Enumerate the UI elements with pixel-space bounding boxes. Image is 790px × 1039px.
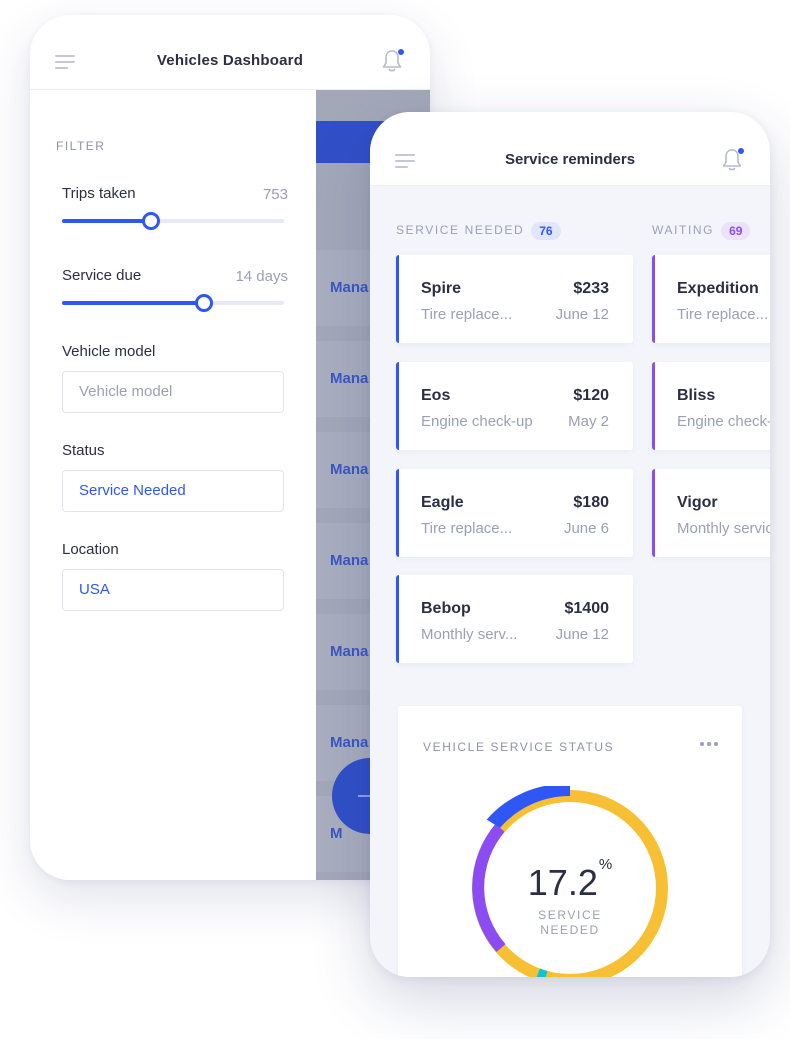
percentage-unit: % — [598, 856, 613, 873]
slider-handle[interactable] — [195, 294, 214, 312]
status-select[interactable]: Service Needed — [62, 470, 284, 512]
column-title: SERVICE NEEDED — [396, 223, 525, 238]
service-description: Engine check-up — [421, 413, 533, 430]
vehicle-name: Eos — [421, 387, 451, 404]
reminder-card[interactable]: Vigor Monthly service — [652, 469, 770, 557]
reminder-card[interactable]: Eagle $180 Tire replace... June 6 — [396, 469, 633, 557]
vehicle-model-label: Vehicle model — [62, 343, 156, 360]
background-list-item-label: Mana — [330, 279, 369, 296]
filter-heading: FILTER — [56, 139, 106, 153]
background-list-item-label: Mana — [330, 370, 369, 387]
service-due-label: Service due — [62, 267, 142, 284]
percentage-value: 17.2 — [527, 862, 598, 903]
more-options-icon[interactable] — [700, 742, 718, 746]
donut-label-line1: SERVICE — [538, 908, 602, 922]
reminder-card[interactable]: Eos $120 Engine check-up May 2 — [396, 362, 633, 450]
filter-panel: FILTER Trips taken 753 Service due 14 da… — [30, 90, 316, 880]
notification-bell-icon[interactable] — [381, 49, 404, 73]
vehicle-name: Expedition — [677, 280, 759, 297]
service-due-value: 14 days — [235, 268, 288, 285]
reminder-card[interactable]: Expedition Tire replace... — [652, 255, 770, 343]
status-card-title: VEHICLE SERVICE STATUS — [423, 740, 615, 754]
card-accent-bar — [652, 255, 655, 343]
service-due-slider[interactable] — [62, 294, 284, 312]
background-list-item-label: M — [330, 825, 343, 842]
service-reminders-phone: Service reminders SERVICE NEEDED 76 Spire… — [370, 112, 770, 977]
slider-fill — [62, 301, 205, 305]
card-accent-bar — [652, 469, 655, 557]
donut-center-label: SERVICE NEEDED — [398, 908, 742, 938]
reminders-header: Service reminders — [370, 112, 770, 186]
donut-label-line2: NEEDED — [540, 923, 600, 937]
page-title: Vehicles Dashboard — [156, 52, 304, 69]
trips-taken-slider[interactable] — [62, 212, 284, 230]
card-accent-bar — [396, 255, 399, 343]
service-date: May 2 — [568, 413, 609, 430]
background-list-item-label: Mana — [330, 643, 369, 660]
service-date: June 12 — [555, 306, 609, 323]
notification-dot — [738, 148, 744, 154]
service-price: $1400 — [564, 600, 610, 617]
column-header-service-needed: SERVICE NEEDED 76 — [396, 222, 561, 240]
page-title: Service reminders — [504, 151, 636, 168]
vehicle-service-status-card: VEHICLE SERVICE STATUS 17.2% SERVICE NEE… — [398, 706, 742, 977]
column-header-waiting: WAITING 69 — [652, 222, 751, 240]
background-list-item-label: Mana — [330, 461, 369, 478]
slider-fill — [62, 219, 151, 223]
reminder-card[interactable]: Bebop $1400 Monthly serv... June 12 — [396, 575, 633, 663]
slider-handle[interactable] — [141, 212, 160, 230]
service-date: June 6 — [563, 520, 609, 537]
reminder-card[interactable]: Bliss Engine check-up — [652, 362, 770, 450]
card-accent-bar — [396, 469, 399, 557]
service-description: Monthly serv... — [421, 626, 518, 643]
trips-taken-value: 753 — [262, 186, 288, 203]
background-list-item-label: Mana — [330, 552, 369, 569]
donut-segment-teal — [536, 968, 548, 977]
count-badge: 76 — [531, 222, 561, 240]
service-description: Engine check-up — [677, 413, 770, 430]
service-needed-percentage: 17.2% — [398, 856, 742, 904]
dashboard-header: Vehicles Dashboard — [30, 15, 430, 90]
card-accent-bar — [396, 575, 399, 663]
vehicle-name: Vigor — [677, 494, 718, 511]
reminder-card[interactable]: Spire $233 Tire replace... June 12 — [396, 255, 633, 343]
service-price: $233 — [573, 280, 609, 297]
service-date: June 12 — [555, 626, 609, 643]
vehicle-name: Eagle — [421, 494, 464, 511]
notification-bell-icon[interactable] — [721, 148, 744, 172]
service-price: $120 — [573, 387, 609, 404]
background-list-item-label: Mana — [330, 734, 369, 751]
card-accent-bar — [396, 362, 399, 450]
count-badge: 69 — [721, 222, 751, 240]
service-price: $180 — [573, 494, 609, 511]
vehicle-name: Bliss — [677, 387, 716, 404]
service-description: Tire replace... — [677, 306, 769, 323]
vehicle-name: Bebop — [421, 600, 471, 617]
column-title: WAITING — [652, 223, 715, 238]
location-label: Location — [62, 541, 119, 558]
notification-dot — [398, 49, 404, 55]
service-description: Tire replace... — [421, 306, 513, 323]
service-description: Monthly service — [677, 520, 770, 537]
vehicle-name: Spire — [421, 280, 462, 297]
vehicle-model-input[interactable]: Vehicle model — [62, 371, 284, 413]
card-accent-bar — [652, 362, 655, 450]
status-label: Status — [62, 442, 105, 459]
trips-taken-label: Trips taken — [62, 185, 136, 202]
location-select[interactable]: USA — [62, 569, 284, 611]
service-description: Tire replace... — [421, 520, 513, 537]
